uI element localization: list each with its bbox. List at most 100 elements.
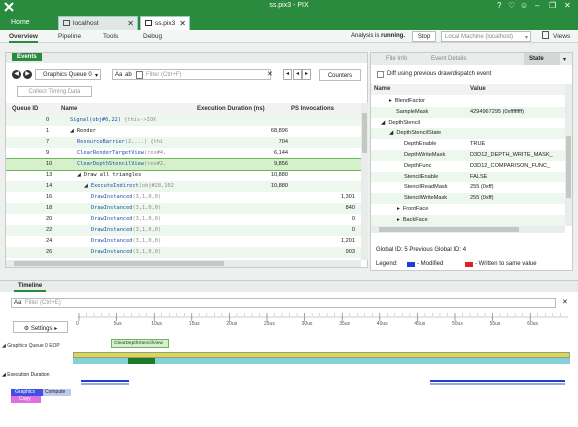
restore-icon[interactable]: ❐ (549, 1, 556, 10)
execution-duration-bar[interactable] (81, 383, 129, 385)
state-row[interactable]: ▸ FrontFace (371, 204, 565, 215)
tab-events[interactable]: Events (12, 53, 42, 61)
settings-button[interactable]: ⚙ Settings ▸ (13, 321, 68, 333)
events-filter[interactable]: Aa ab Filter (Ctrl+F) (112, 69, 271, 80)
column-ps-invocations[interactable]: PS Invocations (291, 106, 334, 112)
column-queue-id[interactable]: Queue ID (12, 106, 38, 112)
tab-event-details[interactable]: Event Details (431, 56, 466, 62)
match-case-icon[interactable]: Aa (14, 300, 21, 306)
state-row[interactable]: ◢ DepthStencilState (371, 128, 565, 140)
views-icon[interactable] (542, 31, 549, 39)
state-row[interactable]: StencilWriteMask 255 (0xff) (371, 193, 565, 204)
table-row[interactable]: 24 DrawInstanced(3,1,0,0) 1,201 (6, 236, 361, 247)
menu-pipeline[interactable]: Pipeline (58, 33, 81, 40)
table-row[interactable]: 20 DrawInstanced(3,1,0,0) 0 (6, 214, 361, 225)
find-previous-icon[interactable]: ◂ (293, 69, 302, 80)
expand-icon[interactable]: ◢ (77, 172, 81, 178)
column-execution-duration[interactable]: Execution Duration (ns) (197, 106, 265, 112)
table-row[interactable]: 26 DrawInstanced(3,1,0,0) 903 (6, 247, 361, 258)
queue-select[interactable]: Graphics Queue 0 ▾ (35, 69, 101, 80)
state-vertical-scrollbar[interactable] (565, 84, 572, 226)
state-horizontal-scrollbar[interactable] (371, 226, 565, 233)
filter-options-icon[interactable]: ◂ (283, 69, 292, 80)
state-row[interactable]: StencilEnable FALSE (371, 171, 565, 183)
table-row[interactable]: 0 Signal(obj#6,22) {this->IOX (6, 115, 361, 126)
counters-button[interactable]: Counters (319, 69, 361, 81)
table-row[interactable]: 7 ResourceBarrier(2,...) {thi 704 (6, 137, 361, 148)
heart-icon[interactable]: ♡ (508, 1, 515, 10)
menu-debug[interactable]: Debug (143, 33, 162, 40)
expand-icon[interactable]: ▸ (389, 98, 392, 104)
table-row[interactable]: 10 ClearDepthStencilView(res#2, 9,856 (6, 158, 361, 171)
scrollbar-thumb[interactable] (566, 136, 571, 198)
timeline-filter[interactable]: Aa Filter (Ctrl+E) (11, 298, 556, 308)
whole-word-icon[interactable]: ab (125, 72, 132, 78)
minimize-icon[interactable]: – (535, 1, 539, 10)
close-tab-icon[interactable]: ✕ (179, 19, 186, 28)
table-row[interactable]: 18 DrawInstanced(3,1,0,0) 840 (6, 203, 361, 214)
clear-filter-icon[interactable]: ✕ (562, 298, 568, 306)
find-next-icon[interactable]: ▸ (302, 69, 311, 80)
expand-icon[interactable]: ▸ (397, 217, 400, 223)
table-row[interactable]: 14 ◢ ExecuteIndirect(obj#28,102 10,880 (6, 181, 361, 192)
expand-icon[interactable]: ◢ (389, 130, 393, 136)
tab-localhost[interactable]: localhost ✕ (58, 16, 138, 30)
table-row[interactable]: 9 ClearRenderTargetView(res#4, 6,144 (6, 148, 361, 159)
back-arrow-icon[interactable]: ◀ (12, 70, 21, 79)
help-icon[interactable]: ? (497, 1, 501, 10)
scrollbar-thumb[interactable] (14, 261, 224, 266)
close-icon[interactable]: ✕ (564, 1, 571, 10)
tab-ss-pix3[interactable]: ss.pix3 ✕ (140, 16, 190, 30)
execution-duration-bar[interactable] (81, 380, 129, 382)
tab-home[interactable]: Home (2, 16, 42, 29)
table-row[interactable]: 22 DrawInstanced(3,1,0,0) 0 (6, 225, 361, 236)
stop-button[interactable]: Stop (412, 31, 436, 42)
execution-duration-bar[interactable] (430, 380, 565, 382)
target-select[interactable]: Local Machine (localhost) ▾ (441, 31, 531, 42)
column-state-value[interactable]: Value (470, 86, 486, 92)
state-row[interactable]: ▸ BlendFactor (371, 96, 565, 107)
table-row[interactable]: 16 DrawInstanced(3,1,0,0) 1,301 (6, 192, 361, 203)
views-button[interactable]: Views (553, 33, 570, 40)
scrollbar-thumb[interactable] (379, 227, 519, 232)
scrollbar-thumb[interactable] (362, 113, 367, 153)
forward-arrow-icon[interactable]: ▶ (23, 70, 32, 79)
tab-timeline[interactable]: Timeline (14, 282, 47, 292)
state-row[interactable]: SampleMask 4294967295 (0xffffffff) (371, 106, 565, 118)
menu-tools[interactable]: Tools (103, 33, 118, 40)
expand-icon[interactable]: ▸ (397, 206, 400, 212)
ps-invocations-cell: 903 (345, 249, 355, 255)
table-row[interactable]: 1 ◢ Render 68,896 (6, 126, 361, 137)
state-row[interactable]: StencilReadMask 255 (0xff) (371, 182, 565, 193)
tab-state[interactable]: State (524, 53, 560, 65)
chevron-down-icon[interactable]: ▾ (563, 56, 566, 63)
expand-icon[interactable]: ◢ (70, 128, 74, 134)
events-horizontal-scrollbar[interactable] (6, 260, 361, 267)
match-case-icon[interactable]: Aa (115, 72, 122, 78)
table-row[interactable]: 13 ◢ Draw all triangles 10,880 (6, 170, 361, 181)
state-row[interactable]: DepthWriteMask D3D12_DEPTH_WRITE_MASK_ (371, 150, 565, 161)
menu-overview[interactable]: Overview (9, 33, 38, 43)
execution-duration-bar[interactable] (430, 383, 565, 385)
column-state-name[interactable]: Name (374, 86, 390, 92)
events-filter-input[interactable]: Filter (Ctrl+F) (146, 72, 182, 78)
feedback-icon[interactable]: ☺ (520, 1, 528, 10)
selected-event-bar[interactable] (128, 358, 155, 364)
close-tab-icon[interactable]: ✕ (127, 19, 134, 28)
diff-checkbox[interactable] (377, 71, 384, 78)
expand-icon[interactable]: ◢ (381, 120, 385, 126)
time-ruler[interactable]: 0 5us 10us 15us 20us 25us 30us 35us 40us 45us 50us… (76, 313, 568, 329)
tab-file-info[interactable]: File Info (386, 56, 407, 62)
column-name[interactable]: Name (61, 106, 77, 112)
clear-filter-icon[interactable]: ✕ (267, 70, 273, 78)
state-row[interactable]: DepthEnable TRUE (371, 139, 565, 150)
queue-id-cell: 24 (46, 238, 53, 244)
collect-timing-data-button[interactable]: Collect Timing Data (17, 86, 92, 97)
expand-icon[interactable]: ◢ (84, 183, 88, 189)
events-vertical-scrollbar[interactable] (361, 103, 368, 260)
state-row[interactable]: ▸ BackFace (371, 214, 565, 226)
state-row[interactable]: ◢ DepthStencil (371, 118, 565, 129)
state-row[interactable]: DepthFunc D3D12_COMPARISON_FUNC_ (371, 161, 565, 172)
timeline-filter-input[interactable]: Filter (Ctrl+E) (25, 300, 61, 306)
regex-icon[interactable] (136, 71, 143, 79)
